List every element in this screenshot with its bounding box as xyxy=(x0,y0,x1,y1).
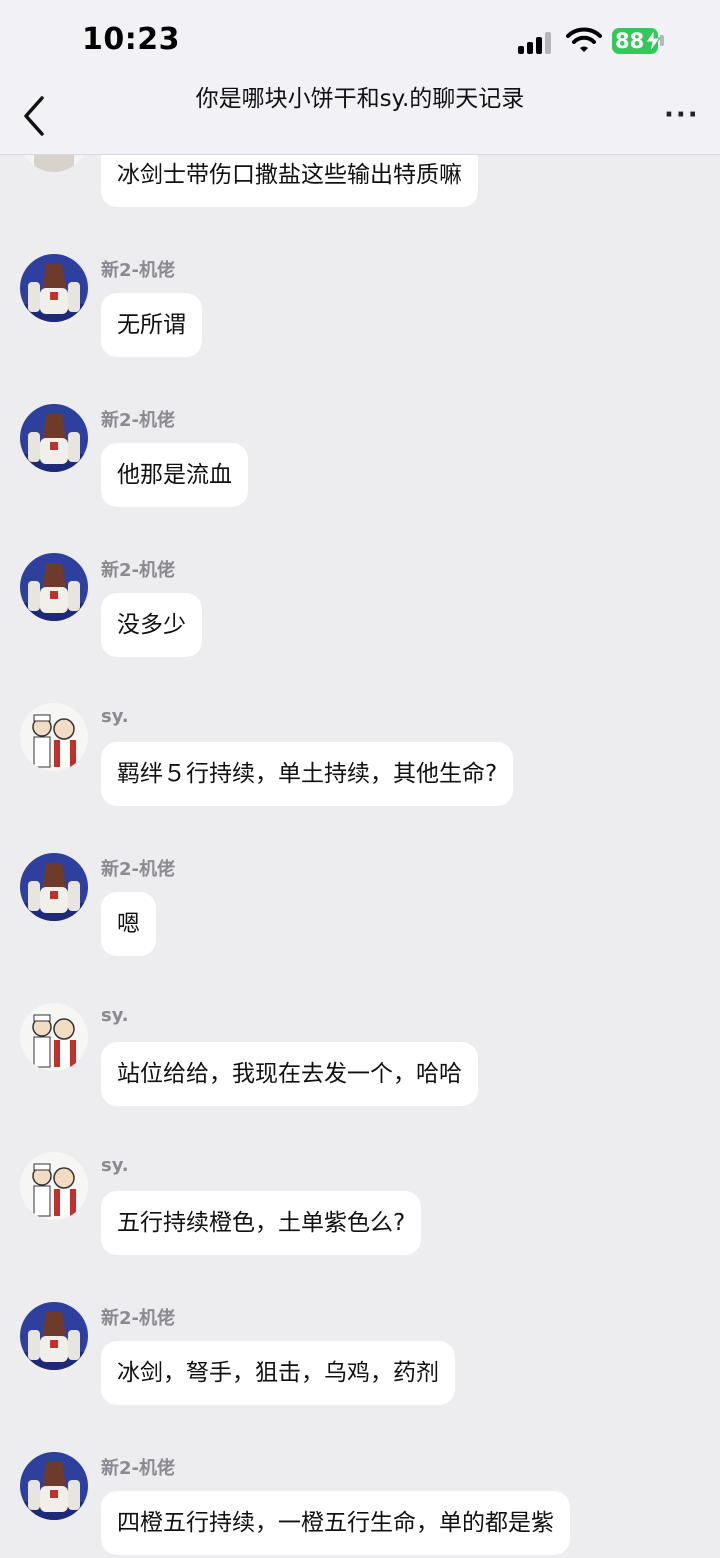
sender-name: 新2-机佬 xyxy=(101,260,175,281)
sender-name: 新2-机佬 xyxy=(101,410,175,431)
chat-history[interactable]: 冰剑士带伤口撒盐这些输出特质嘛 新2-机佬 无所谓 新2-机佬 他那是流血 新2… xyxy=(0,0,720,1558)
horse-avatar[interactable] xyxy=(20,1452,88,1520)
chat-screen: 冰剑士带伤口撒盐这些输出特质嘛 新2-机佬 无所谓 新2-机佬 他那是流血 新2… xyxy=(0,0,720,1558)
sender-name: 新2-机佬 xyxy=(101,1458,175,1479)
horse-avatar[interactable] xyxy=(20,254,88,322)
cartoon-couple-avatar[interactable] xyxy=(20,703,88,771)
cellular-signal-icon xyxy=(518,30,556,54)
nav-bar: 你是哪块小饼干和sy.的聊天记录 ··· xyxy=(0,80,720,155)
message-bubble[interactable]: 没多少 xyxy=(101,593,202,657)
sender-name: sy. xyxy=(101,1005,129,1026)
status-bar: 10:23 88 xyxy=(0,0,720,80)
chat-title: 你是哪块小饼干和sy.的聊天记录 xyxy=(195,86,525,112)
message-bubble[interactable]: 站位给给，我现在去发一个，哈哈 xyxy=(101,1042,478,1106)
wifi-icon xyxy=(566,26,602,54)
message-bubble[interactable]: 羁绊５行持续，单土持续，其他生命? xyxy=(101,742,514,806)
horse-avatar[interactable] xyxy=(20,553,88,621)
horse-avatar[interactable] xyxy=(20,1302,88,1370)
message-bubble[interactable]: 五行持续橙色，土单紫色么? xyxy=(101,1191,422,1255)
message-bubble[interactable]: 嗯 xyxy=(101,892,156,956)
status-time: 10:23 xyxy=(82,22,180,57)
horse-avatar[interactable] xyxy=(20,404,88,472)
back-chevron-icon[interactable] xyxy=(20,94,50,138)
message-bubble[interactable]: 四橙五行持续，一橙五行生命，单的都是紫 xyxy=(101,1491,570,1555)
cartoon-couple-avatar[interactable] xyxy=(20,1003,88,1071)
message-bubble[interactable]: 冰剑，弩手，狙击，乌鸡，药剂 xyxy=(101,1341,455,1405)
message-bubble[interactable]: 无所谓 xyxy=(101,293,202,357)
sender-name: 新2-机佬 xyxy=(101,560,175,581)
message-bubble[interactable]: 他那是流血 xyxy=(101,443,248,507)
sender-name: 新2-机佬 xyxy=(101,859,175,880)
charging-bolt-icon xyxy=(645,28,661,53)
sender-name: sy. xyxy=(101,706,129,727)
cartoon-couple-avatar[interactable] xyxy=(20,1152,88,1220)
sender-name: sy. xyxy=(101,1155,129,1176)
horse-avatar[interactable] xyxy=(20,853,88,921)
sender-name: 新2-机佬 xyxy=(101,1308,175,1329)
more-options-icon[interactable]: ··· xyxy=(664,100,704,130)
